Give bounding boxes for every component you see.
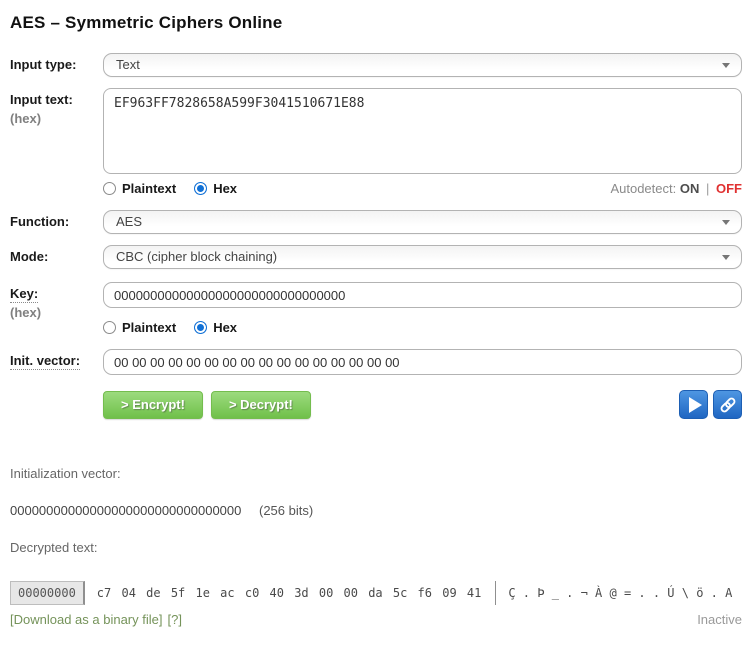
input-type-select[interactable]: Text <box>103 53 742 77</box>
iv-result-value: 00000000000000000000000000000000 <box>10 503 241 518</box>
encrypt-button[interactable]: > Encrypt! <box>103 391 203 419</box>
input-type-label: Input type: <box>10 57 76 72</box>
mode-selected-value: CBC (cipher block chaining) <box>116 249 277 264</box>
iv-result-line: 00000000000000000000000000000000 (256 bi… <box>10 503 742 518</box>
autodetect-separator: | <box>706 181 709 196</box>
page-container: AES – Symmetric Ciphers Online Input typ… <box>0 13 752 627</box>
status-inactive-label: Inactive <box>697 612 742 627</box>
input-plaintext-radio-label[interactable]: Plaintext <box>122 181 176 196</box>
help-link[interactable]: [?] <box>167 612 181 627</box>
chevron-down-icon <box>722 255 730 260</box>
mode-row: Mode: CBC (cipher block chaining) <box>10 245 742 269</box>
run-button[interactable] <box>679 390 708 419</box>
init-vector-label: Init. vector: <box>10 353 80 370</box>
chevron-down-icon <box>722 63 730 68</box>
decrypted-text-heading: Decrypted text: <box>10 540 742 555</box>
chevron-down-icon <box>722 220 730 225</box>
input-plaintext-radio[interactable] <box>103 182 116 195</box>
iv-result-bits: (256 bits) <box>259 503 313 518</box>
autodetect-on-link[interactable]: ON <box>680 181 700 196</box>
autodetect-off-link[interactable]: OFF <box>716 181 742 196</box>
action-row: > Encrypt! > Decrypt! <box>10 390 742 419</box>
key-input[interactable] <box>103 282 742 308</box>
init-vector-input[interactable] <box>103 349 742 375</box>
input-text-row: Input text: (hex) EF963FF7828658A599F304… <box>10 88 742 210</box>
hexdump-bytes: c7 04 de 5f 1e ac c0 40 3d 00 00 da 5c f… <box>97 586 482 600</box>
input-text-hex-sublabel: (hex) <box>10 111 103 126</box>
key-row: Key: (hex) Plaintext Hex <box>10 282 742 349</box>
mode-label: Mode: <box>10 249 48 264</box>
function-selected-value: AES <box>116 214 142 229</box>
key-label: Key: <box>10 286 38 303</box>
function-row: Function: AES <box>10 210 742 234</box>
decrypt-button[interactable]: > Decrypt! <box>211 391 311 419</box>
link-icon <box>718 395 738 415</box>
hexdump-separator <box>495 581 496 605</box>
input-hex-radio[interactable] <box>194 182 207 195</box>
input-format-row: Plaintext Hex Autodetect: ON | OFF <box>103 181 742 196</box>
iv-result-heading: Initialization vector: <box>10 466 742 481</box>
key-plaintext-radio[interactable] <box>103 321 116 334</box>
hexdump-row: 00000000 c7 04 de 5f 1e ac c0 40 3d 00 0… <box>10 581 742 605</box>
autodetect-label: Autodetect: <box>610 181 676 196</box>
function-label: Function: <box>10 214 69 229</box>
init-vector-row: Init. vector: <box>10 349 742 375</box>
mode-select[interactable]: CBC (cipher block chaining) <box>103 245 742 269</box>
input-text-area[interactable]: EF963FF7828658A599F3041510671E88 <box>103 88 742 174</box>
key-plaintext-radio-label[interactable]: Plaintext <box>122 320 176 335</box>
input-text-label: Input text: <box>10 92 103 107</box>
autodetect-control: Autodetect: ON | OFF <box>610 181 742 196</box>
results-section: Initialization vector: 00000000000000000… <box>10 466 742 627</box>
footer-row: [Download as a binary file] [?] Inactive <box>10 612 742 627</box>
download-binary-link[interactable]: [Download as a binary file] <box>10 612 162 627</box>
input-type-selected-value: Text <box>116 57 140 72</box>
input-hex-radio-label[interactable]: Hex <box>213 181 237 196</box>
input-type-row: Input type: Text <box>10 53 742 77</box>
key-hex-radio[interactable] <box>194 321 207 334</box>
play-icon <box>689 397 702 413</box>
function-select[interactable]: AES <box>103 210 742 234</box>
key-hex-radio-label[interactable]: Hex <box>213 320 237 335</box>
page-title: AES – Symmetric Ciphers Online <box>10 13 742 33</box>
key-hex-sublabel: (hex) <box>10 305 103 320</box>
hexdump-ascii: Ç . Þ _ . ¬ À @ = . . Ú \ ö . A <box>508 586 732 600</box>
permalink-button[interactable] <box>713 390 742 419</box>
key-format-row: Plaintext Hex <box>103 320 742 335</box>
hexdump-offset: 00000000 <box>10 581 85 605</box>
